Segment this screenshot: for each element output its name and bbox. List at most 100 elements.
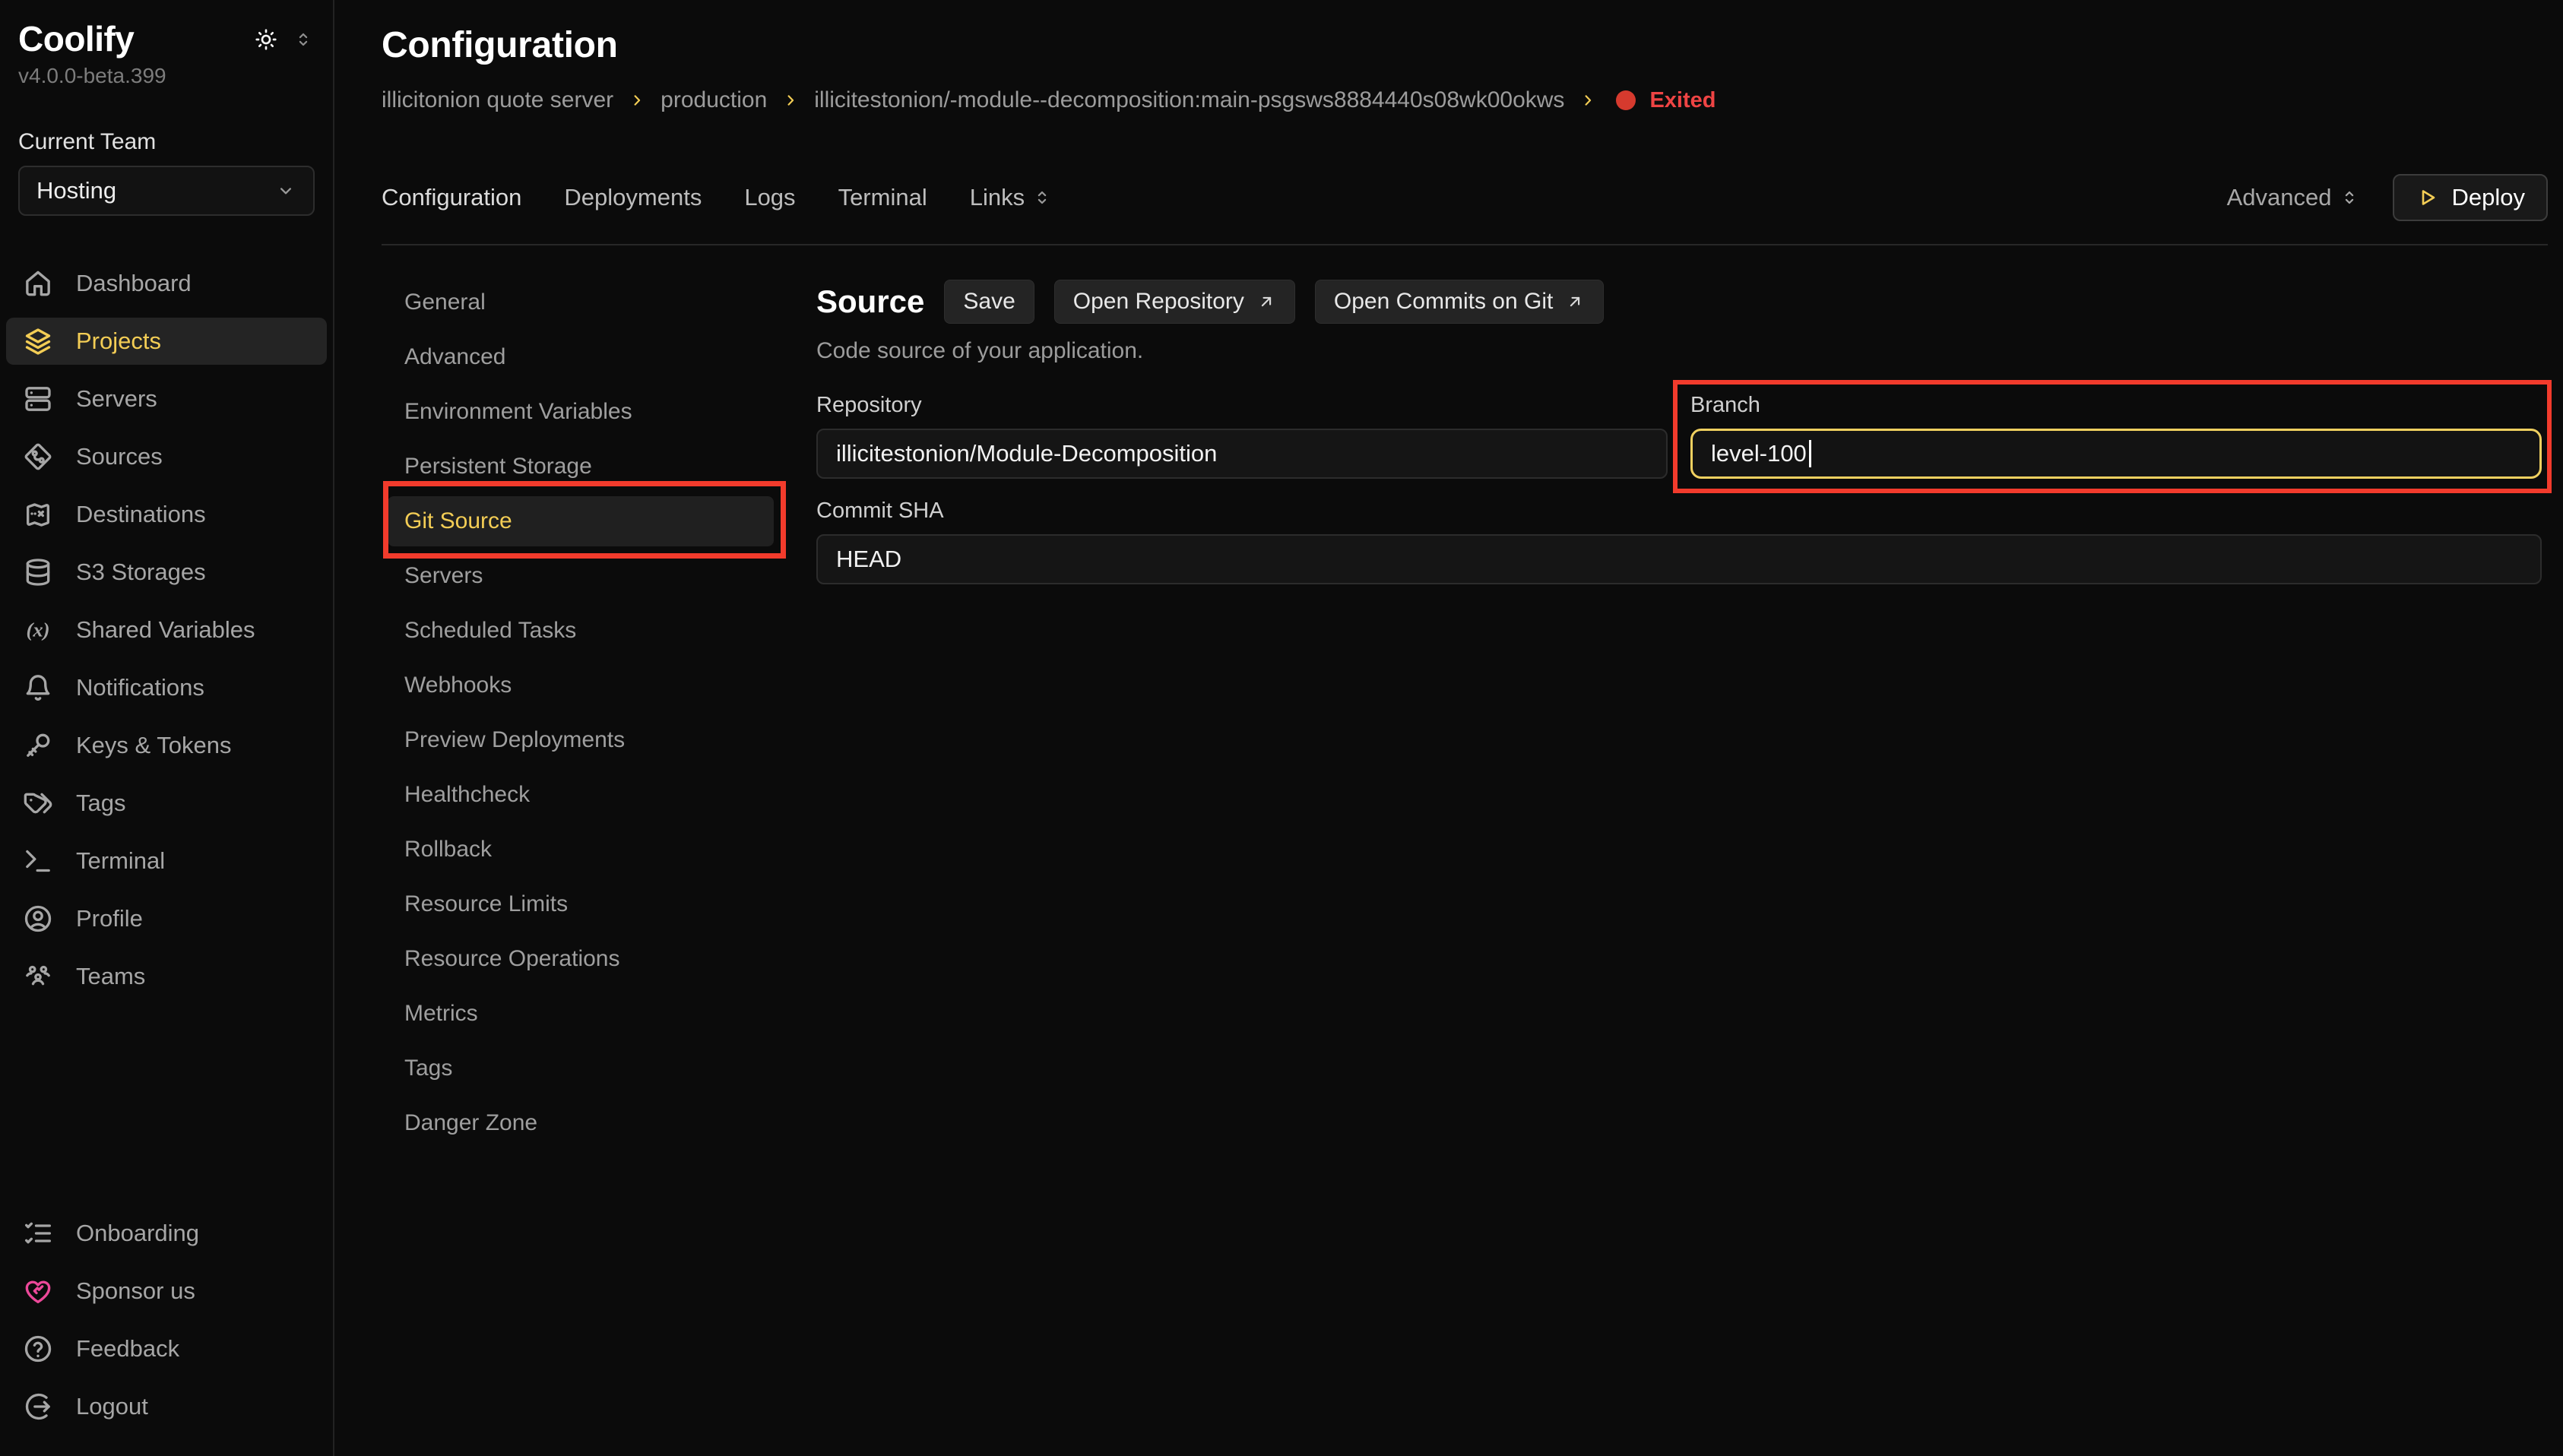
subnav-item-git-source[interactable]: Git Source [388,496,774,546]
sidebar-item-label: Terminal [76,847,165,875]
sidebar-item-projects[interactable]: Projects [6,318,327,365]
configuration-content: General Advanced Environment Variables Pers… [382,277,2548,1153]
sidebar-footer-nav: Onboarding Sponsor us Feedback Logout [0,1210,333,1441]
braces-x-icon [23,615,53,645]
main-content: Configuration illicitonion quote server p… [336,0,2563,1456]
commit-sha-field-group: Commit SHA HEAD [816,499,2542,584]
tab-label: Logs [744,184,795,211]
subnav-item-resource-limits[interactable]: Resource Limits [388,879,774,929]
sidebar-item-label: Servers [76,385,157,413]
subnav-item-label: Resource Limits [404,891,568,917]
subnav-item-rollback[interactable]: Rollback [388,825,774,875]
sidebar-item-label: Projects [76,328,161,355]
subnav-item-label: General [404,290,486,315]
sidebar: Coolify v4.0.0-beta.399 Current Team Hos… [0,0,334,1456]
breadcrumb: illicitonion quote server production illic… [382,87,2548,113]
sidebar-item-servers[interactable]: Servers [6,375,327,423]
breadcrumb-item[interactable]: illicitestonion/-module--decomposition:m… [814,87,1564,113]
tab-actions: Advanced Deploy [2227,174,2548,221]
commit-sha-input[interactable]: HEAD [816,534,2542,584]
team-select[interactable]: Hosting [18,166,315,216]
deploy-label: Deploy [2452,184,2526,211]
subnav-item-servers[interactable]: Servers [388,551,774,601]
home-icon [23,268,53,299]
subnav-item-persistent-storage[interactable]: Persistent Storage [388,442,774,492]
subnav-item-tags[interactable]: Tags [388,1043,774,1094]
sidebar-item-label: Notifications [76,674,204,701]
servers-icon [23,384,53,414]
subnav-item-advanced[interactable]: Advanced [388,332,774,382]
subnav-item-metrics[interactable]: Metrics [388,989,774,1039]
sidebar-item-keys-tokens[interactable]: Keys & Tokens [6,722,327,769]
subnav-item-label: Scheduled Tasks [404,618,576,644]
open-commits-button[interactable]: Open Commits on Git [1315,280,1604,324]
subnav-item-label: Danger Zone [404,1110,537,1136]
terminal-icon [23,846,53,876]
tab-logs[interactable]: Logs [744,184,795,211]
subnav-item-resource-operations[interactable]: Resource Operations [388,934,774,984]
open-repository-button[interactable]: Open Repository [1054,280,1295,324]
subnav-item-label: Resource Operations [404,946,619,972]
sidebar-item-logout[interactable]: Logout [6,1383,327,1430]
sidebar-item-teams[interactable]: Teams [6,953,327,1000]
breadcrumb-item[interactable]: production [661,87,767,113]
sidebar-item-label: Logout [76,1393,148,1420]
sidebar-item-notifications[interactable]: Notifications [6,664,327,711]
branch-input[interactable]: level-100 [1690,429,2542,479]
sidebar-item-label: Sources [76,443,163,470]
sidebar-item-s3-storages[interactable]: S3 Storages [6,549,327,596]
sidebar-item-sources[interactable]: Sources [6,433,327,480]
subnav-item-webhooks[interactable]: Webhooks [388,660,774,711]
section-description: Code source of your application. [816,338,2542,364]
advanced-menu[interactable]: Advanced [2227,184,2359,211]
tab-links[interactable]: Links [970,184,1052,211]
database-icon [23,557,53,587]
subnav-item-label: Preview Deployments [404,727,625,753]
sidebar-item-feedback[interactable]: Feedback [6,1325,327,1372]
map-icon [23,499,53,530]
theme-sun-icon[interactable] [254,27,278,52]
tab-label: Links [970,184,1025,211]
subnav-item-label: Servers [404,563,483,589]
sidebar-item-profile[interactable]: Profile [6,895,327,942]
sidebar-item-onboarding[interactable]: Onboarding [6,1210,327,1257]
subnav-item-healthcheck[interactable]: Healthcheck [388,770,774,820]
subnav-item-general[interactable]: General [388,277,774,328]
sidebar-item-label: Onboarding [76,1220,199,1247]
sidebar-item-destinations[interactable]: Destinations [6,491,327,538]
subnav-item-label: Persistent Storage [404,454,592,480]
tab-terminal[interactable]: Terminal [838,184,927,211]
subnav-item-danger-zone[interactable]: Danger Zone [388,1098,774,1148]
breadcrumb-item[interactable]: illicitonion quote server [382,87,613,113]
sidebar-item-label: S3 Storages [76,559,206,586]
branch-label: Branch [1690,393,2542,418]
branch-field-group: Branch level-100 [1690,393,2542,479]
arrow-up-right-icon [1565,292,1585,312]
tab-label: Terminal [838,184,927,211]
sidebar-item-terminal[interactable]: Terminal [6,837,327,885]
sidebar-nav: Dashboard Projects Servers Sources Destinati… [0,260,333,1000]
users-icon [23,961,53,992]
theme-selector-chevrons-icon[interactable] [293,30,313,49]
source-fields: Repository illicitestonion/Module-Decomp… [816,393,2542,584]
advanced-label: Advanced [2227,184,2332,211]
save-button[interactable]: Save [944,280,1034,324]
subnav-item-preview-deployments[interactable]: Preview Deployments [388,715,774,765]
repository-input[interactable]: illicitestonion/Module-Decomposition [816,429,1668,479]
sidebar-item-dashboard[interactable]: Dashboard [6,260,327,307]
subnav-item-environment-variables[interactable]: Environment Variables [388,387,774,437]
tab-configuration[interactable]: Configuration [382,184,521,211]
source-panel: Source Save Open Repository Open Commits… [816,277,2548,1153]
status-dot [1616,90,1636,110]
sidebar-item-shared-variables[interactable]: Shared Variables [6,606,327,654]
tab-deployments[interactable]: Deployments [564,184,702,211]
sidebar-item-tags[interactable]: Tags [6,780,327,827]
tab-bar-row: Configuration Deployments Logs Terminal Link… [382,173,2548,223]
text-caret [1809,440,1811,467]
sidebar-item-sponsor-us[interactable]: Sponsor us [6,1268,327,1315]
open-commits-label: Open Commits on Git [1334,289,1553,315]
subnav-item-scheduled-tasks[interactable]: Scheduled Tasks [388,606,774,656]
arrow-up-right-icon [1256,292,1276,312]
deploy-button[interactable]: Deploy [2393,174,2549,221]
subnav-item-label: Environment Variables [404,399,632,425]
